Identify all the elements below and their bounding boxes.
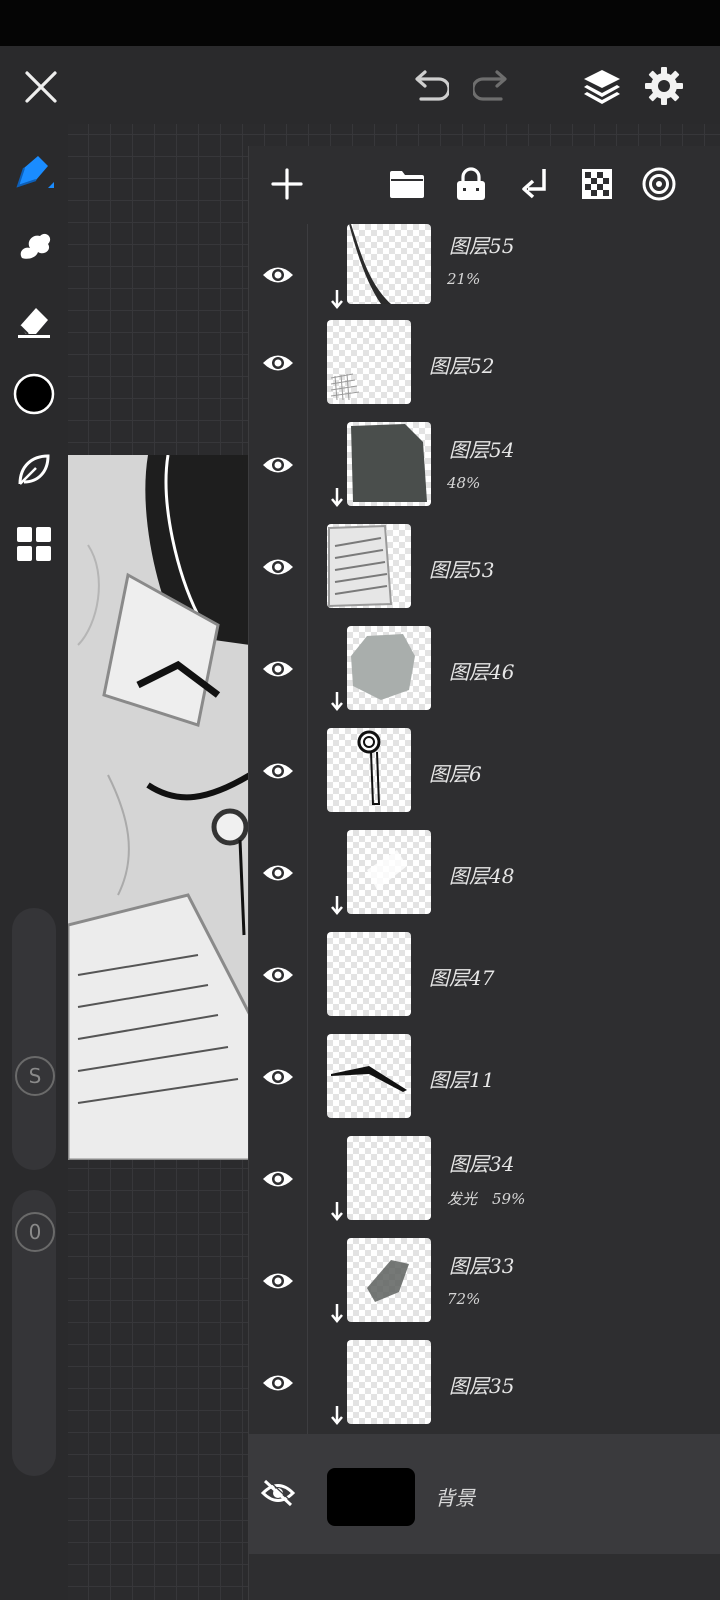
transparency-lock-icon[interactable]	[575, 162, 619, 206]
clip-arrow-icon	[331, 1202, 343, 1221]
background-layer-row[interactable]: 背景	[249, 1434, 720, 1554]
top-bar	[0, 46, 720, 124]
tool-bar: S 0	[0, 124, 68, 1600]
visibility-eye-icon[interactable]	[249, 414, 308, 516]
layer-thumbnail	[347, 1136, 431, 1220]
visibility-eye-icon[interactable]	[249, 1128, 308, 1230]
clip-arrow-icon	[331, 488, 343, 507]
layer-row[interactable]: 图层52	[249, 312, 720, 415]
brush-size-knob[interactable]: S	[15, 1056, 55, 1096]
visibility-eye-icon[interactable]	[249, 1332, 308, 1434]
layer-thumbnail	[347, 422, 431, 506]
layers-icon[interactable]	[578, 62, 626, 110]
layer-list[interactable]: 图层55 21% 图层52 图层54 48% 图层53 图层46 图层6 图层4…	[249, 224, 720, 1506]
layer-row[interactable]: 图层6	[249, 720, 720, 823]
layer-name: 图层6	[429, 762, 482, 786]
close-icon[interactable]	[18, 64, 64, 110]
clipping-mask-icon[interactable]	[513, 162, 557, 206]
layer-thumbnail	[347, 626, 431, 710]
layer-row[interactable]: 图层34 发光 59%	[249, 1128, 720, 1231]
layer-thumbnail	[347, 1340, 431, 1424]
layer-name: 图层35	[449, 1374, 515, 1398]
layer-name: 图层46	[449, 660, 515, 684]
visibility-hidden-eye-icon[interactable]	[255, 1470, 301, 1516]
layer-opacity: 72%	[447, 1290, 481, 1308]
eraser-tool-icon[interactable]	[10, 296, 58, 344]
layer-thumbnail	[347, 224, 431, 304]
clip-arrow-icon	[331, 1406, 343, 1425]
brush-size-slider[interactable]: S	[12, 908, 56, 1170]
layer-reference-icon[interactable]	[637, 162, 681, 206]
clip-arrow-icon	[331, 896, 343, 915]
layer-row[interactable]: 图层35	[249, 1332, 720, 1435]
brush-tool-icon[interactable]	[10, 148, 58, 196]
layer-row[interactable]: 图层46	[249, 618, 720, 721]
lock-icon[interactable]	[449, 162, 493, 206]
add-layer-icon[interactable]	[265, 162, 309, 206]
visibility-eye-icon[interactable]	[249, 224, 308, 326]
layer-row[interactable]: 图层11	[249, 1026, 720, 1129]
status-bar	[0, 0, 720, 46]
gallery-grid-icon[interactable]	[10, 520, 58, 568]
color-picker-swatch[interactable]	[10, 370, 58, 418]
visibility-eye-icon[interactable]	[249, 720, 308, 822]
background-layer-thumbnail	[327, 1468, 415, 1526]
layer-name: 图层52	[429, 354, 495, 378]
layers-panel: 图层55 21% 图层52 图层54 48% 图层53 图层46 图层6 图层4…	[248, 146, 720, 1600]
layer-thumbnail	[327, 728, 411, 812]
layer-opacity: 21%	[447, 270, 481, 288]
lasso-tool-icon[interactable]	[10, 446, 58, 494]
visibility-eye-icon[interactable]	[249, 924, 308, 1026]
layer-row[interactable]: 图层53	[249, 516, 720, 619]
visibility-eye-icon[interactable]	[249, 1026, 308, 1128]
undo-icon[interactable]	[406, 64, 452, 110]
background-layer-name: 背景	[435, 1486, 475, 1510]
layer-thumbnail	[327, 524, 411, 608]
clip-arrow-icon	[331, 692, 343, 711]
redo-icon[interactable]	[470, 64, 516, 110]
visibility-eye-icon[interactable]	[249, 516, 308, 618]
layer-name: 图层55	[449, 234, 515, 258]
layer-name: 图层34	[449, 1152, 515, 1176]
folder-icon[interactable]	[385, 162, 429, 206]
layer-thumbnail	[327, 1034, 411, 1118]
brush-opacity-slider[interactable]: 0	[12, 1190, 56, 1476]
layer-name: 图层54	[449, 438, 515, 462]
visibility-eye-icon[interactable]	[249, 822, 308, 924]
brush-opacity-knob[interactable]: 0	[15, 1212, 55, 1252]
layer-opacity: 48%	[447, 474, 481, 492]
layer-row[interactable]: 图层33 72%	[249, 1230, 720, 1333]
layer-row[interactable]: 图层47	[249, 924, 720, 1027]
layer-thumbnail	[347, 830, 431, 914]
layer-thumbnail	[347, 1238, 431, 1322]
canvas-artwork[interactable]	[68, 455, 250, 1160]
layer-row[interactable]: 图层54 48%	[249, 414, 720, 517]
clip-arrow-icon	[331, 290, 343, 309]
layer-name: 图层53	[429, 558, 495, 582]
layer-row[interactable]: 图层48	[249, 822, 720, 925]
settings-gear-icon[interactable]	[640, 62, 688, 110]
layers-panel-toolbar	[249, 146, 720, 224]
brush-opacity-label: 0	[28, 1220, 42, 1244]
layer-name: 图层48	[449, 864, 515, 888]
brush-size-label: S	[28, 1064, 42, 1088]
visibility-eye-icon[interactable]	[249, 618, 308, 720]
layer-thumbnail	[327, 932, 411, 1016]
clip-arrow-icon	[331, 1304, 343, 1323]
layer-name: 图层11	[429, 1068, 495, 1092]
layer-blend-opacity: 发光 59%	[447, 1190, 526, 1208]
visibility-eye-icon[interactable]	[249, 1230, 308, 1332]
layer-thumbnail	[327, 320, 411, 404]
layer-name: 图层47	[429, 966, 495, 990]
smudge-tool-icon[interactable]	[10, 222, 58, 270]
layer-name: 图层33	[449, 1254, 515, 1278]
visibility-eye-icon[interactable]	[249, 312, 308, 414]
